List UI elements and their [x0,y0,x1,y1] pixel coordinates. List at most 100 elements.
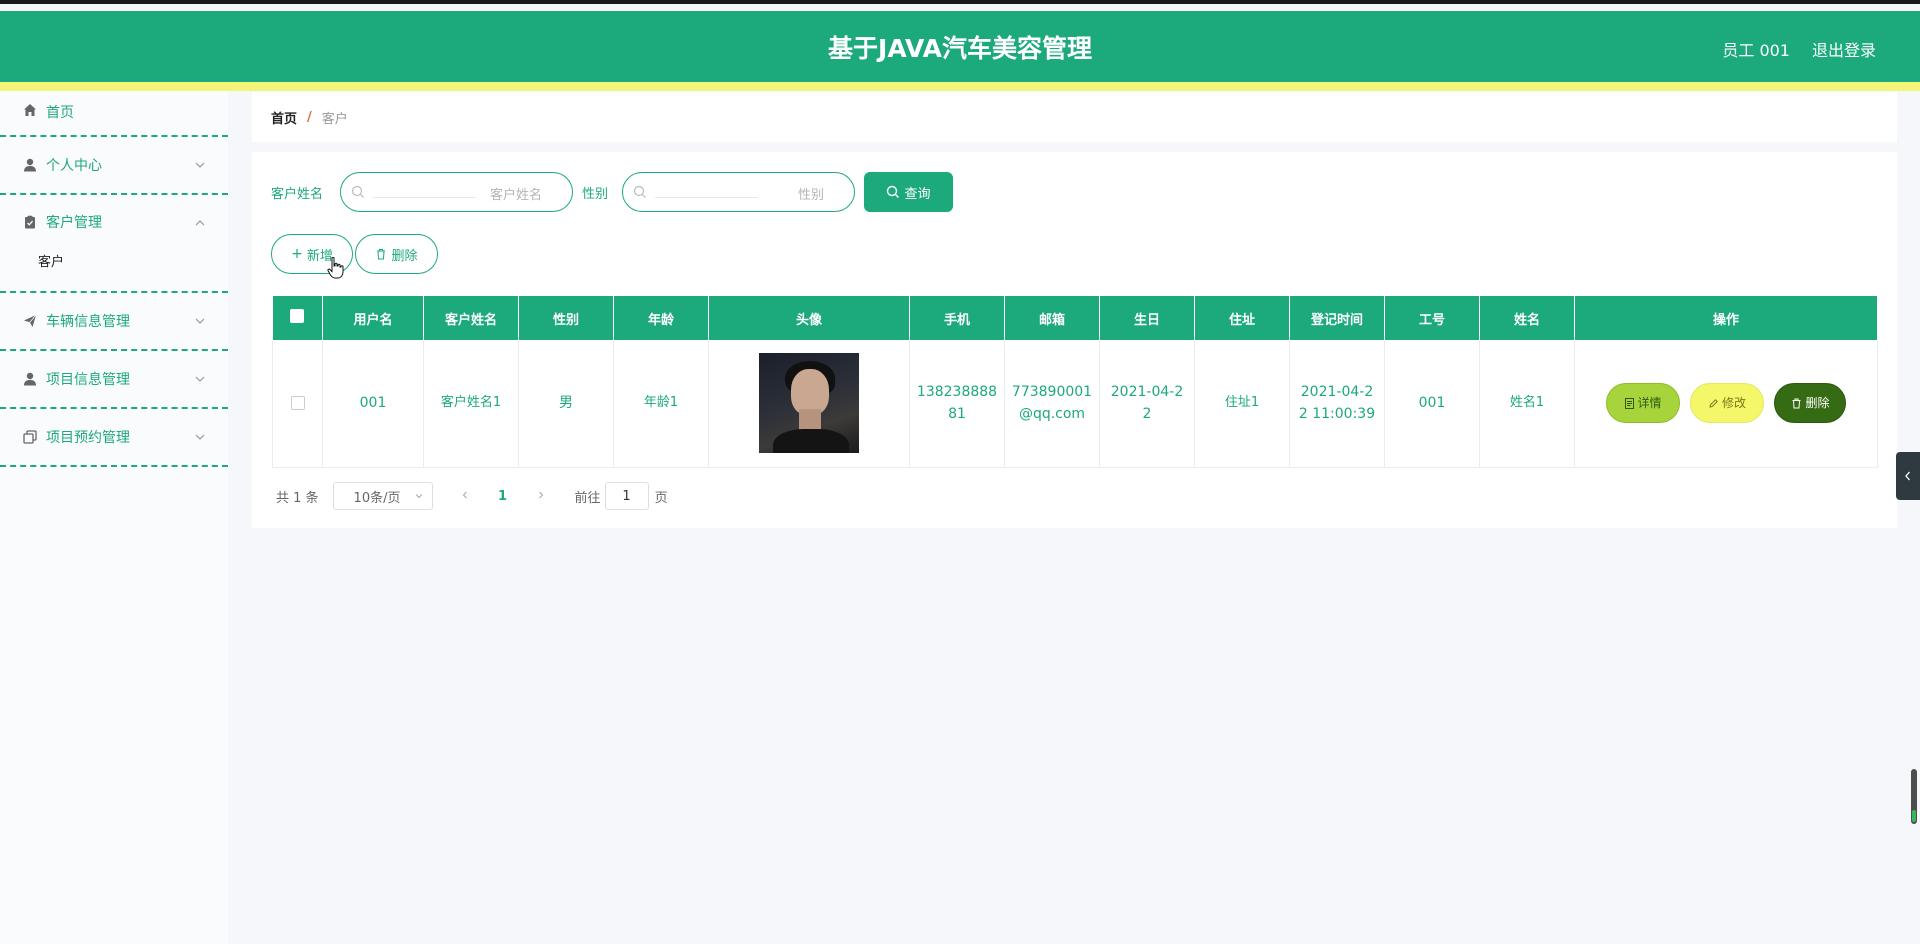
query-button-label: 查询 [904,186,931,202]
email-line-1: 773890001 [1011,384,1093,401]
trash-icon [377,249,386,260]
sidebar-item-personal-center[interactable]: 个人中心 [0,137,228,195]
column-header: 姓名 [1479,296,1575,340]
sidebar-item-customer-management[interactable]: 客户管理 [0,195,228,249]
cell-gender: 男 [518,340,614,468]
edit-button[interactable]: 修改 [1690,383,1764,424]
customer-table: 用户名 客户姓名 性别 年龄 头像 手机 邮箱 生日 住址 登记时间 工号 姓名… [272,296,1878,468]
column-header: 客户姓名 [423,296,519,340]
reg-time-line-2: 2 11:00:39 [1298,406,1376,423]
side-panel-toggle[interactable] [1896,452,1920,500]
delete-button[interactable]: 删除 [355,234,438,274]
cell-age: 年龄1 [613,340,709,468]
sidebar-item-label: 项目预约管理 [46,430,130,446]
sidebar-item-project-booking[interactable]: 项目预约管理 [0,409,228,467]
column-header: 操作 [1574,296,1878,340]
chevron-down-icon [195,162,205,168]
gender-label: 性别 [582,187,609,202]
chevron-left-icon [1905,471,1910,481]
cell-registration-time: 2021-04-2 2 11:00:39 [1289,340,1385,468]
column-header: 年龄 [613,296,709,340]
document-icon [1624,397,1634,409]
cell-phone: 138238888 81 [909,340,1005,468]
column-header: 性别 [518,296,614,340]
gender-input[interactable]: 性别 [622,172,855,212]
pagination: 共 1 条 10条/页 1 前往 1 页 [276,482,668,510]
sidebar-item-project-info[interactable]: 项目信息管理 [0,351,228,409]
cell-staff-id: 001 [1384,340,1480,468]
breadcrumb-home[interactable]: 首页 [271,108,297,127]
column-header: 生日 [1099,296,1195,340]
home-icon [22,102,38,118]
detail-button[interactable]: 详情 [1605,383,1680,424]
cell-username: 001 [322,340,424,468]
email-line-2: @qq.com [1018,406,1086,423]
pagination-total: 共 1 条 [276,490,319,506]
page-size-value: 10条/页 [353,490,401,506]
search-icon [887,185,900,198]
cell-address: 住址1 [1194,340,1290,468]
gender-placeholder: 性别 [797,188,824,203]
cell-birthday: 2021-04-2 2 [1099,340,1195,468]
cell-name: 姓名1 [1479,340,1575,468]
chevron-down-icon [195,434,205,440]
page-size-select[interactable]: 10条/页 [332,482,433,510]
column-header: 住址 [1194,296,1290,340]
app-header: 基于JAVA汽车美容管理 员工 001 退出登录 [0,11,1920,82]
phone-line-2: 81 [948,406,966,423]
top-edge-line [0,0,1920,4]
breadcrumb: 首页 / 客户 [252,92,1897,142]
chevron-down-icon [195,376,205,382]
query-button[interactable]: 查询 [864,172,953,212]
sidebar-item-home[interactable]: 首页 [0,91,228,137]
row-checkbox[interactable] [290,396,305,411]
page-number-current[interactable]: 1 [489,489,517,504]
goto-page-input[interactable]: 1 [604,482,649,510]
input-underline [655,197,758,198]
delete-button-label: 删除 [391,248,418,264]
header-accent-bar [0,82,1920,91]
sidebar-item-label: 个人中心 [46,158,102,174]
clipboard-icon [22,214,38,230]
copy-icon [22,429,38,445]
table-header-row: 用户名 客户姓名 性别 年龄 头像 手机 邮箱 生日 住址 登记时间 工号 姓名… [272,296,1878,340]
goto-page-value: 1 [622,488,631,504]
input-underline [373,197,476,198]
select-all-checkbox[interactable] [290,309,305,323]
row-delete-button-label: 删除 [1805,396,1830,411]
column-header: 登记时间 [1289,296,1385,340]
search-icon [633,185,646,198]
avatar [759,353,859,454]
column-header: 手机 [909,296,1005,340]
trash-icon [1792,398,1801,409]
prev-page-button[interactable] [451,489,479,504]
sidebar-item-label: 客户管理 [46,215,102,231]
chevron-up-icon [195,220,205,226]
birthday-line-1: 2021-04-2 [1110,384,1184,401]
next-page-button[interactable] [527,489,555,504]
column-header: 头像 [708,296,910,340]
select-all-cell [272,296,323,340]
app-title: 基于JAVA汽车美容管理 [828,34,1092,63]
main-content: 客户姓名 客户姓名 性别 性别 查询 + 新增 删除 用户名 客户姓名 性别 年… [252,152,1897,528]
scroll-indicator[interactable] [1911,769,1917,824]
breadcrumb-current: 客户 [321,111,348,127]
sidebar-item-vehicle-info[interactable]: 车辆信息管理 [0,293,228,351]
chevron-down-icon [415,494,422,499]
logout-link[interactable]: 退出登录 [1812,37,1876,61]
chevron-right-icon [538,491,543,498]
reg-time-line-1: 2021-04-2 [1300,384,1374,401]
customer-name-input[interactable]: 客户姓名 [340,172,573,212]
sidebar-item-label: 项目信息管理 [46,372,130,388]
detail-button-label: 详情 [1637,396,1662,411]
customer-name-placeholder: 客户姓名 [489,188,542,203]
page-suffix: 页 [654,490,668,506]
row-delete-button[interactable]: 删除 [1774,383,1847,424]
phone-line-1: 138238888 [916,384,998,401]
sidebar-subitem-customer[interactable]: 客户 [0,249,228,293]
row-select-cell [272,340,323,468]
user-icon [22,157,38,173]
column-header: 用户名 [322,296,424,340]
customer-name-label: 客户姓名 [271,187,324,202]
chevron-down-icon [195,318,205,324]
